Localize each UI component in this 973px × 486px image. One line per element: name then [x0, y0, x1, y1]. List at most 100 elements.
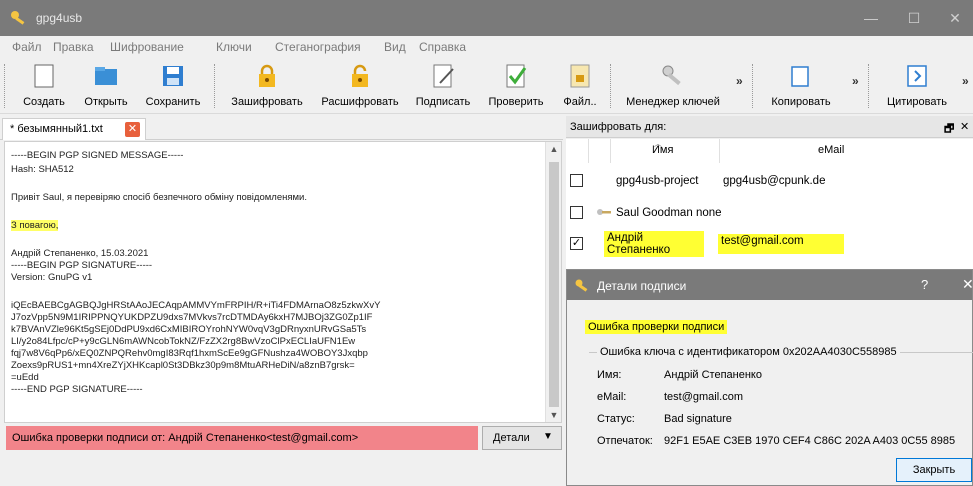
lock-open-icon	[352, 64, 368, 87]
toolbar-separator	[214, 64, 216, 108]
decrypt-button[interactable]: Расшифровать	[314, 60, 406, 112]
open-button[interactable]: Открыть	[76, 60, 136, 112]
scroll-up-icon[interactable]: ▲	[546, 144, 561, 154]
status-label: Статус:	[597, 413, 635, 425]
new-document-icon	[34, 64, 54, 88]
file-menu-button[interactable]: Файл..	[554, 60, 606, 112]
fingerprint-label: Отпечаток:	[597, 435, 653, 447]
maximize-button[interactable]: ☐	[903, 8, 925, 28]
toolbar-separator	[4, 64, 6, 108]
quote-arrow-icon	[907, 65, 927, 87]
recipients-list: ︿ Имя eMail gpg4usb-project gpg4usb@cpun…	[566, 139, 973, 269]
toolbar-overflow-chevron[interactable]: »	[962, 74, 969, 88]
editor-line: iQEcBAEBCgAGBQJgHRStAAoJECAqpAMMVYmFRPIH…	[11, 300, 381, 311]
toolbar-separator	[752, 64, 754, 108]
recipient-checkbox[interactable]	[570, 206, 583, 219]
editor-line: k7BVAnVZle96Kt5gSEj0DdPU9xd6CxMIBIROYroh…	[11, 324, 367, 335]
toolbar-separator	[868, 64, 870, 108]
menu-crypt[interactable]: Шифрование	[110, 40, 184, 54]
editor-line: =uEdd	[11, 372, 39, 383]
verification-error-text: Ошибка проверки подписи от: Андрій Степа…	[12, 432, 359, 444]
menu-file[interactable]: Файл	[12, 40, 42, 54]
recipient-email: test@gmail.com	[718, 234, 844, 254]
name-label: Имя:	[597, 369, 622, 381]
title-bar: gpg4usb — ☐ ✕	[0, 0, 973, 36]
menu-bar: Файл Правка Шифрование Ключи Стеганограф…	[0, 36, 973, 58]
recipient-row[interactable]: ✓ Андрій Степаненко test@gmail.com	[566, 229, 973, 259]
signature-details-dialog: Детали подписи ? ✕ Ошибка проверки подпи…	[566, 269, 973, 486]
editor-scrollbar[interactable]: ▲ ▼	[545, 142, 561, 422]
menu-help[interactable]: Справка	[419, 40, 466, 54]
editor-line-highlighted: З повагою,	[11, 220, 59, 231]
recipient-checkbox[interactable]	[570, 174, 583, 187]
dialog-title-bar: Детали подписи ? ✕	[567, 270, 973, 300]
editor-tab[interactable]: * безымянный1.txt ✕	[2, 118, 146, 140]
editor-line: Zoexs9pRUS1+mn4XreZYjXHKcapl0St3DBkz30p9…	[11, 360, 355, 371]
editor-line: Андрій Степаненко, 15.03.2021	[11, 248, 149, 259]
recipients-panel-header: Зашифровать для: 🗗 ✕	[566, 116, 973, 138]
column-divider	[719, 139, 720, 163]
scroll-down-icon[interactable]: ▼	[546, 410, 561, 420]
recipient-row[interactable]: gpg4usb-project gpg4usb@cpunk.de	[566, 166, 973, 196]
editor-line: fqj7w8V6qPp6/xEQ0ZNPQRehv0mgI83Rqf1hxmSc…	[11, 348, 368, 359]
dialog-title: Детали подписи	[597, 279, 687, 293]
recipient-name: Андрій Степаненко	[604, 231, 704, 257]
editor-line: -----BEGIN PGP SIGNATURE-----	[11, 260, 153, 271]
editor-line: Привіт Saul, я перевіряю спосіб безпечно…	[11, 192, 307, 203]
float-panel-icon[interactable]: 🗗	[944, 120, 954, 139]
sign-button[interactable]: Подписать	[408, 60, 478, 112]
toolbar-separator	[610, 64, 612, 108]
editor-line: -----BEGIN PGP SIGNED MESSAGE-----	[11, 150, 184, 161]
toolbar-overflow-chevron[interactable]: »	[736, 74, 743, 88]
dialog-close-icon[interactable]: ✕	[962, 276, 973, 293]
editor-line: Hash: SHA512	[11, 164, 74, 175]
email-label: eMail:	[597, 391, 627, 403]
email-value: test@gmail.com	[664, 391, 744, 403]
recipient-name: Saul Goodman	[616, 207, 693, 219]
dropdown-arrow-icon: ▼	[543, 431, 553, 442]
recipient-checkbox[interactable]: ✓	[570, 237, 583, 250]
group-legend: Ошибка ключа с идентификатором 0x202AA40…	[597, 346, 900, 358]
scrollbar-thumb[interactable]	[549, 162, 559, 407]
verification-error-bar: Ошибка проверки подписи от: Андрій Степа…	[6, 426, 478, 450]
column-header-name[interactable]: Имя	[652, 144, 673, 156]
lock-closed-icon	[259, 64, 275, 87]
toolbar: Создать Открыть Сохранить Зашифровать Ра…	[0, 58, 973, 114]
text-editor[interactable]: -----BEGIN PGP SIGNED MESSAGE----- Hash:…	[4, 141, 562, 423]
toolbar-overflow-chevron[interactable]: »	[852, 74, 859, 88]
verify-check-icon	[506, 64, 527, 88]
menu-edit[interactable]: Правка	[53, 40, 94, 54]
help-icon[interactable]: ?	[921, 277, 928, 292]
recipient-row[interactable]: Saul Goodman none	[566, 198, 973, 228]
save-button[interactable]: Сохранить	[138, 60, 208, 112]
menu-view[interactable]: Вид	[384, 40, 406, 54]
column-divider	[610, 139, 611, 163]
sign-document-icon	[433, 64, 454, 88]
close-window-button[interactable]: ✕	[944, 8, 966, 28]
copy-icon	[791, 66, 809, 87]
column-header-email[interactable]: eMail	[818, 144, 844, 156]
create-button[interactable]: Создать	[14, 60, 74, 112]
verify-button[interactable]: Проверить	[480, 60, 552, 112]
details-button[interactable]: Детали ▼	[482, 426, 562, 450]
editor-line: -----END PGP SIGNATURE-----	[11, 384, 143, 395]
quote-button[interactable]: Цитировать	[876, 60, 958, 112]
menu-steganography[interactable]: Стеганография	[275, 40, 361, 54]
copy-button[interactable]: Копировать	[760, 60, 842, 112]
menu-keys[interactable]: Ключи	[216, 40, 252, 54]
dialog-close-button[interactable]: Закрыть	[896, 458, 972, 482]
file-lock-icon	[570, 64, 590, 88]
encrypt-button[interactable]: Зашифровать	[222, 60, 312, 112]
recipient-name: gpg4usb-project	[616, 175, 699, 187]
recipient-email: gpg4usb@cpunk.de	[723, 175, 826, 187]
recipients-title: Зашифровать для:	[570, 121, 667, 133]
tab-title: * безымянный1.txt	[10, 123, 103, 135]
minimize-button[interactable]: —	[860, 8, 882, 28]
key-pair-icon	[597, 209, 611, 215]
close-panel-icon[interactable]: ✕	[960, 120, 969, 133]
editor-line: J7ozVpp5N9M1IRIPPNQYUKDPZU9dxs7MVkvs7rcD…	[11, 312, 373, 323]
tab-close-icon[interactable]: ✕	[125, 122, 140, 137]
key-manager-button[interactable]: Менеджер ключей	[618, 60, 728, 112]
recipient-email: none	[696, 207, 722, 219]
app-key-icon	[11, 11, 25, 25]
